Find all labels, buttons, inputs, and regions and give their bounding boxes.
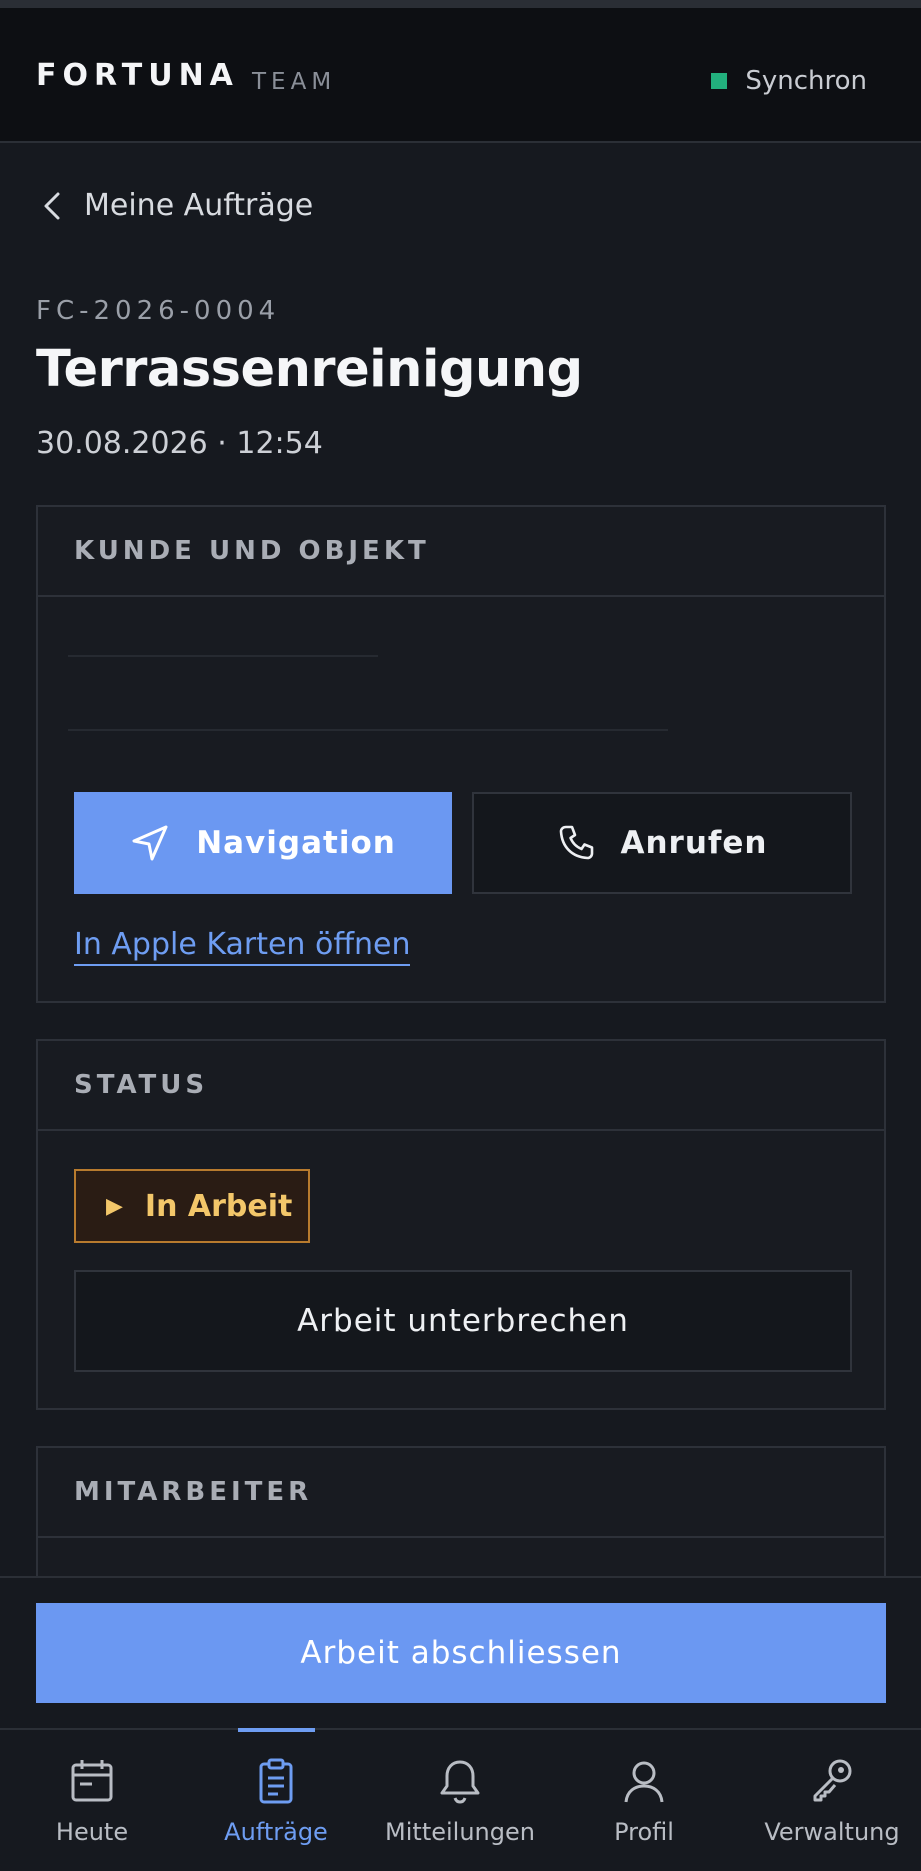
bell-icon	[440, 1760, 480, 1804]
key-icon	[813, 1759, 852, 1802]
clipboard-icon	[259, 1758, 293, 1804]
tab-profil[interactable]: Profil	[570, 1730, 718, 1871]
call-button[interactable]: Anrufen	[472, 792, 852, 894]
user-icon	[624, 1761, 664, 1803]
page-title: Terrassenreinigung	[36, 340, 583, 399]
play-icon: ▶	[106, 1193, 123, 1219]
bottom-nav: Heute Aufträge Mitteilungen Profil Verwa…	[0, 1728, 921, 1871]
call-button-label: Anrufen	[620, 825, 768, 861]
complete-work-button-label: Arbeit abschliessen	[300, 1635, 622, 1671]
phone-icon	[559, 825, 593, 860]
sync-status: Synchron	[711, 66, 867, 96]
status-card-heading: STATUS	[38, 1041, 884, 1131]
sync-indicator-icon	[711, 73, 728, 89]
brand-logo: FORTUNA	[36, 58, 239, 93]
back-link-label: Meine Aufträge	[84, 188, 314, 223]
status-strip	[0, 0, 921, 8]
app-header: FORTUNA TEAM Synchron	[0, 8, 921, 143]
status-card: STATUS ▶ In Arbeit Arbeit unterbrechen	[36, 1039, 886, 1410]
customer-card-heading: KUNDE UND OBJEKT	[38, 507, 884, 597]
back-link[interactable]: Meine Aufträge	[40, 188, 313, 223]
pause-work-button-label: Arbeit unterbrechen	[297, 1303, 629, 1339]
status-badge-label: In Arbeit	[144, 1188, 293, 1224]
navigation-button-label: Navigation	[196, 825, 396, 861]
customer-name-placeholder	[68, 655, 378, 657]
tab-heute-label: Heute	[55, 1818, 129, 1846]
tab-heute[interactable]: Heute	[18, 1730, 166, 1871]
order-number: FC-2026-0004	[36, 296, 281, 326]
action-footer: Arbeit abschliessen	[0, 1576, 921, 1728]
sync-label: Synchron	[745, 66, 867, 96]
navigation-arrow-icon	[132, 825, 168, 861]
staff-card-heading: MITARBEITER	[38, 1448, 884, 1538]
tab-mitteilungen-label: Mitteilungen	[385, 1818, 535, 1846]
apple-maps-link[interactable]: In Apple Karten öffnen	[74, 927, 411, 966]
tab-auftraege-label: Aufträge	[224, 1818, 328, 1846]
tab-verwaltung[interactable]: Verwaltung	[752, 1730, 912, 1871]
pause-work-button[interactable]: Arbeit unterbrechen	[74, 1270, 852, 1372]
complete-work-button[interactable]: Arbeit abschliessen	[36, 1603, 886, 1703]
tab-auftraege[interactable]: Aufträge	[202, 1730, 350, 1871]
status-badge: ▶ In Arbeit	[74, 1169, 310, 1243]
tab-verwaltung-label: Verwaltung	[764, 1818, 900, 1846]
brand-subtitle: TEAM	[252, 69, 337, 95]
calendar-icon	[71, 1760, 113, 1802]
navigation-button[interactable]: Navigation	[74, 792, 452, 894]
tab-mitteilungen[interactable]: Mitteilungen	[380, 1730, 540, 1871]
order-datetime: 30.08.2026 · 12:54	[36, 426, 323, 461]
customer-card: KUNDE UND OBJEKT Navigation Anrufen In A…	[36, 505, 886, 1003]
app-screen: FORTUNA TEAM Synchron Meine Aufträge FC-…	[0, 0, 921, 1871]
tab-profil-label: Profil	[614, 1818, 674, 1846]
customer-address-placeholder	[68, 729, 668, 731]
chevron-left-icon	[44, 192, 60, 219]
